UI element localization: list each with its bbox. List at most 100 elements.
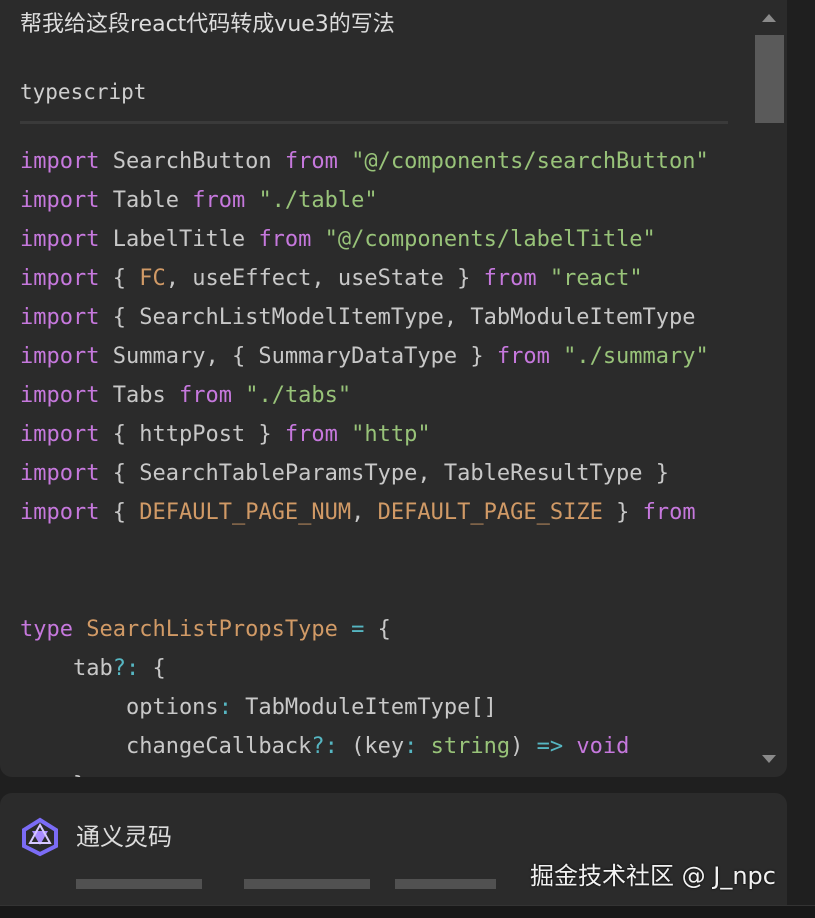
- code-token: {: [139, 656, 166, 681]
- code-token: from: [642, 500, 696, 525]
- code-token: DEFAULT_PAGE_NUM: [139, 500, 352, 525]
- code-token: "@/components/searchButton": [351, 149, 709, 174]
- code-token: { SearchTableParamsType, TableResultType…: [99, 461, 683, 486]
- code-token: from: [258, 227, 312, 252]
- code-line: tab?: {: [20, 649, 728, 688]
- code-token: }: [602, 500, 643, 525]
- assistant-reply-preview: [76, 879, 496, 889]
- scroll-up-arrow-icon[interactable]: [762, 14, 776, 22]
- code-token: { SearchListModelItemType, TabModuleItem…: [99, 305, 696, 330]
- code-token: SearchButton: [99, 149, 285, 174]
- code-block[interactable]: import SearchButton from "@/components/s…: [20, 142, 728, 777]
- code-token: "@/components/labelTitle": [324, 227, 656, 252]
- code-line: import Summary, { SummaryDataType } from…: [20, 337, 728, 376]
- code-token: from: [284, 149, 338, 174]
- scrollbar-thumb[interactable]: [755, 35, 784, 123]
- code-token: SearchListPropsType: [86, 617, 338, 642]
- code-header-divider: [20, 121, 728, 124]
- code-line: import { httpPost } from "http": [20, 415, 728, 454]
- code-token: ?:: [311, 734, 338, 759]
- code-token: "react": [549, 266, 643, 291]
- code-token: Table: [99, 188, 193, 213]
- code-token: Summary,: [99, 344, 232, 369]
- code-token: string: [430, 734, 511, 759]
- code-token: , useEffect, useState }: [165, 266, 484, 291]
- code-token: changeCallback: [20, 734, 312, 759]
- code-token: from: [284, 422, 338, 447]
- code-token: Tabs: [99, 383, 179, 408]
- bottom-divider: [0, 905, 815, 918]
- code-line: import Table from "./table": [20, 181, 728, 220]
- code-line: }: [20, 766, 728, 777]
- code-token: FC: [139, 266, 166, 291]
- code-line: import SearchButton from "@/components/s…: [20, 142, 728, 181]
- code-token: options: [20, 695, 219, 720]
- code-token: ): [510, 734, 537, 759]
- code-token: { SummaryDataType }: [231, 344, 497, 369]
- code-line: changeCallback?: (key: string) => void: [20, 727, 728, 766]
- code-token: DEFAULT_PAGE_SIZE: [377, 500, 603, 525]
- code-line: options: TabModuleItemType[]: [20, 688, 728, 727]
- code-token: import: [20, 149, 100, 174]
- code-token: import: [20, 344, 100, 369]
- code-token: tab: [20, 656, 113, 681]
- code-token: "./summary": [563, 344, 709, 369]
- assistant-name: 通义灵码: [76, 823, 172, 851]
- code-line: import { SearchListModelItemType, TabMod…: [20, 298, 728, 337]
- code-token: ?:: [112, 656, 140, 681]
- code-token: import: [20, 461, 100, 486]
- code-token: (key: [337, 734, 405, 759]
- chat-message-card: 帮我给这段react代码转成vue3的写法 typescript import …: [0, 0, 787, 777]
- code-token: import: [20, 422, 100, 447]
- code-line: import Tabs from "./tabs": [20, 376, 728, 415]
- code-token: "./tabs": [245, 383, 352, 408]
- code-token: TabModuleItemType[]: [231, 695, 497, 720]
- code-token: from: [483, 266, 537, 291]
- code-token: =: [351, 617, 365, 642]
- code-line: import LabelTitle from "@/components/lab…: [20, 220, 728, 259]
- code-token: ,: [351, 500, 378, 525]
- assistant-message-card: 通义灵码: [0, 793, 787, 917]
- code-token: from: [192, 188, 246, 213]
- code-line: import { FC, useEffect, useState } from …: [20, 259, 728, 298]
- code-token: LabelTitle: [99, 227, 259, 252]
- code-line: import { SearchTableParamsType, TableRes…: [20, 454, 728, 493]
- code-token: {: [364, 617, 391, 642]
- code-line: type SearchListPropsType = {: [20, 610, 728, 649]
- code-token: "./table": [258, 188, 378, 213]
- code-token: from: [178, 383, 232, 408]
- code-token: :: [404, 734, 418, 759]
- code-token: import: [20, 383, 100, 408]
- code-token: import: [20, 500, 100, 525]
- code-token: }: [20, 773, 86, 777]
- code-token: { httpPost }: [99, 422, 285, 447]
- code-token: =>: [536, 734, 564, 759]
- code-token: import: [20, 305, 100, 330]
- code-token: {: [99, 500, 140, 525]
- code-line: import { DEFAULT_PAGE_NUM, DEFAULT_PAGE_…: [20, 493, 728, 532]
- code-token: void: [576, 734, 630, 759]
- code-token: import: [20, 188, 100, 213]
- code-token: import: [20, 266, 100, 291]
- code-token: type: [20, 617, 73, 642]
- watermark: 掘金技术社区 @ J_npc: [530, 862, 776, 890]
- code-token: :: [218, 695, 232, 720]
- code-token: "http": [351, 422, 431, 447]
- code-language-label: typescript: [20, 80, 147, 104]
- code-token: from: [496, 344, 550, 369]
- code-token: {: [99, 266, 140, 291]
- scroll-down-arrow-icon[interactable]: [762, 755, 776, 763]
- user-question: 帮我给这段react代码转成vue3的写法: [20, 12, 395, 37]
